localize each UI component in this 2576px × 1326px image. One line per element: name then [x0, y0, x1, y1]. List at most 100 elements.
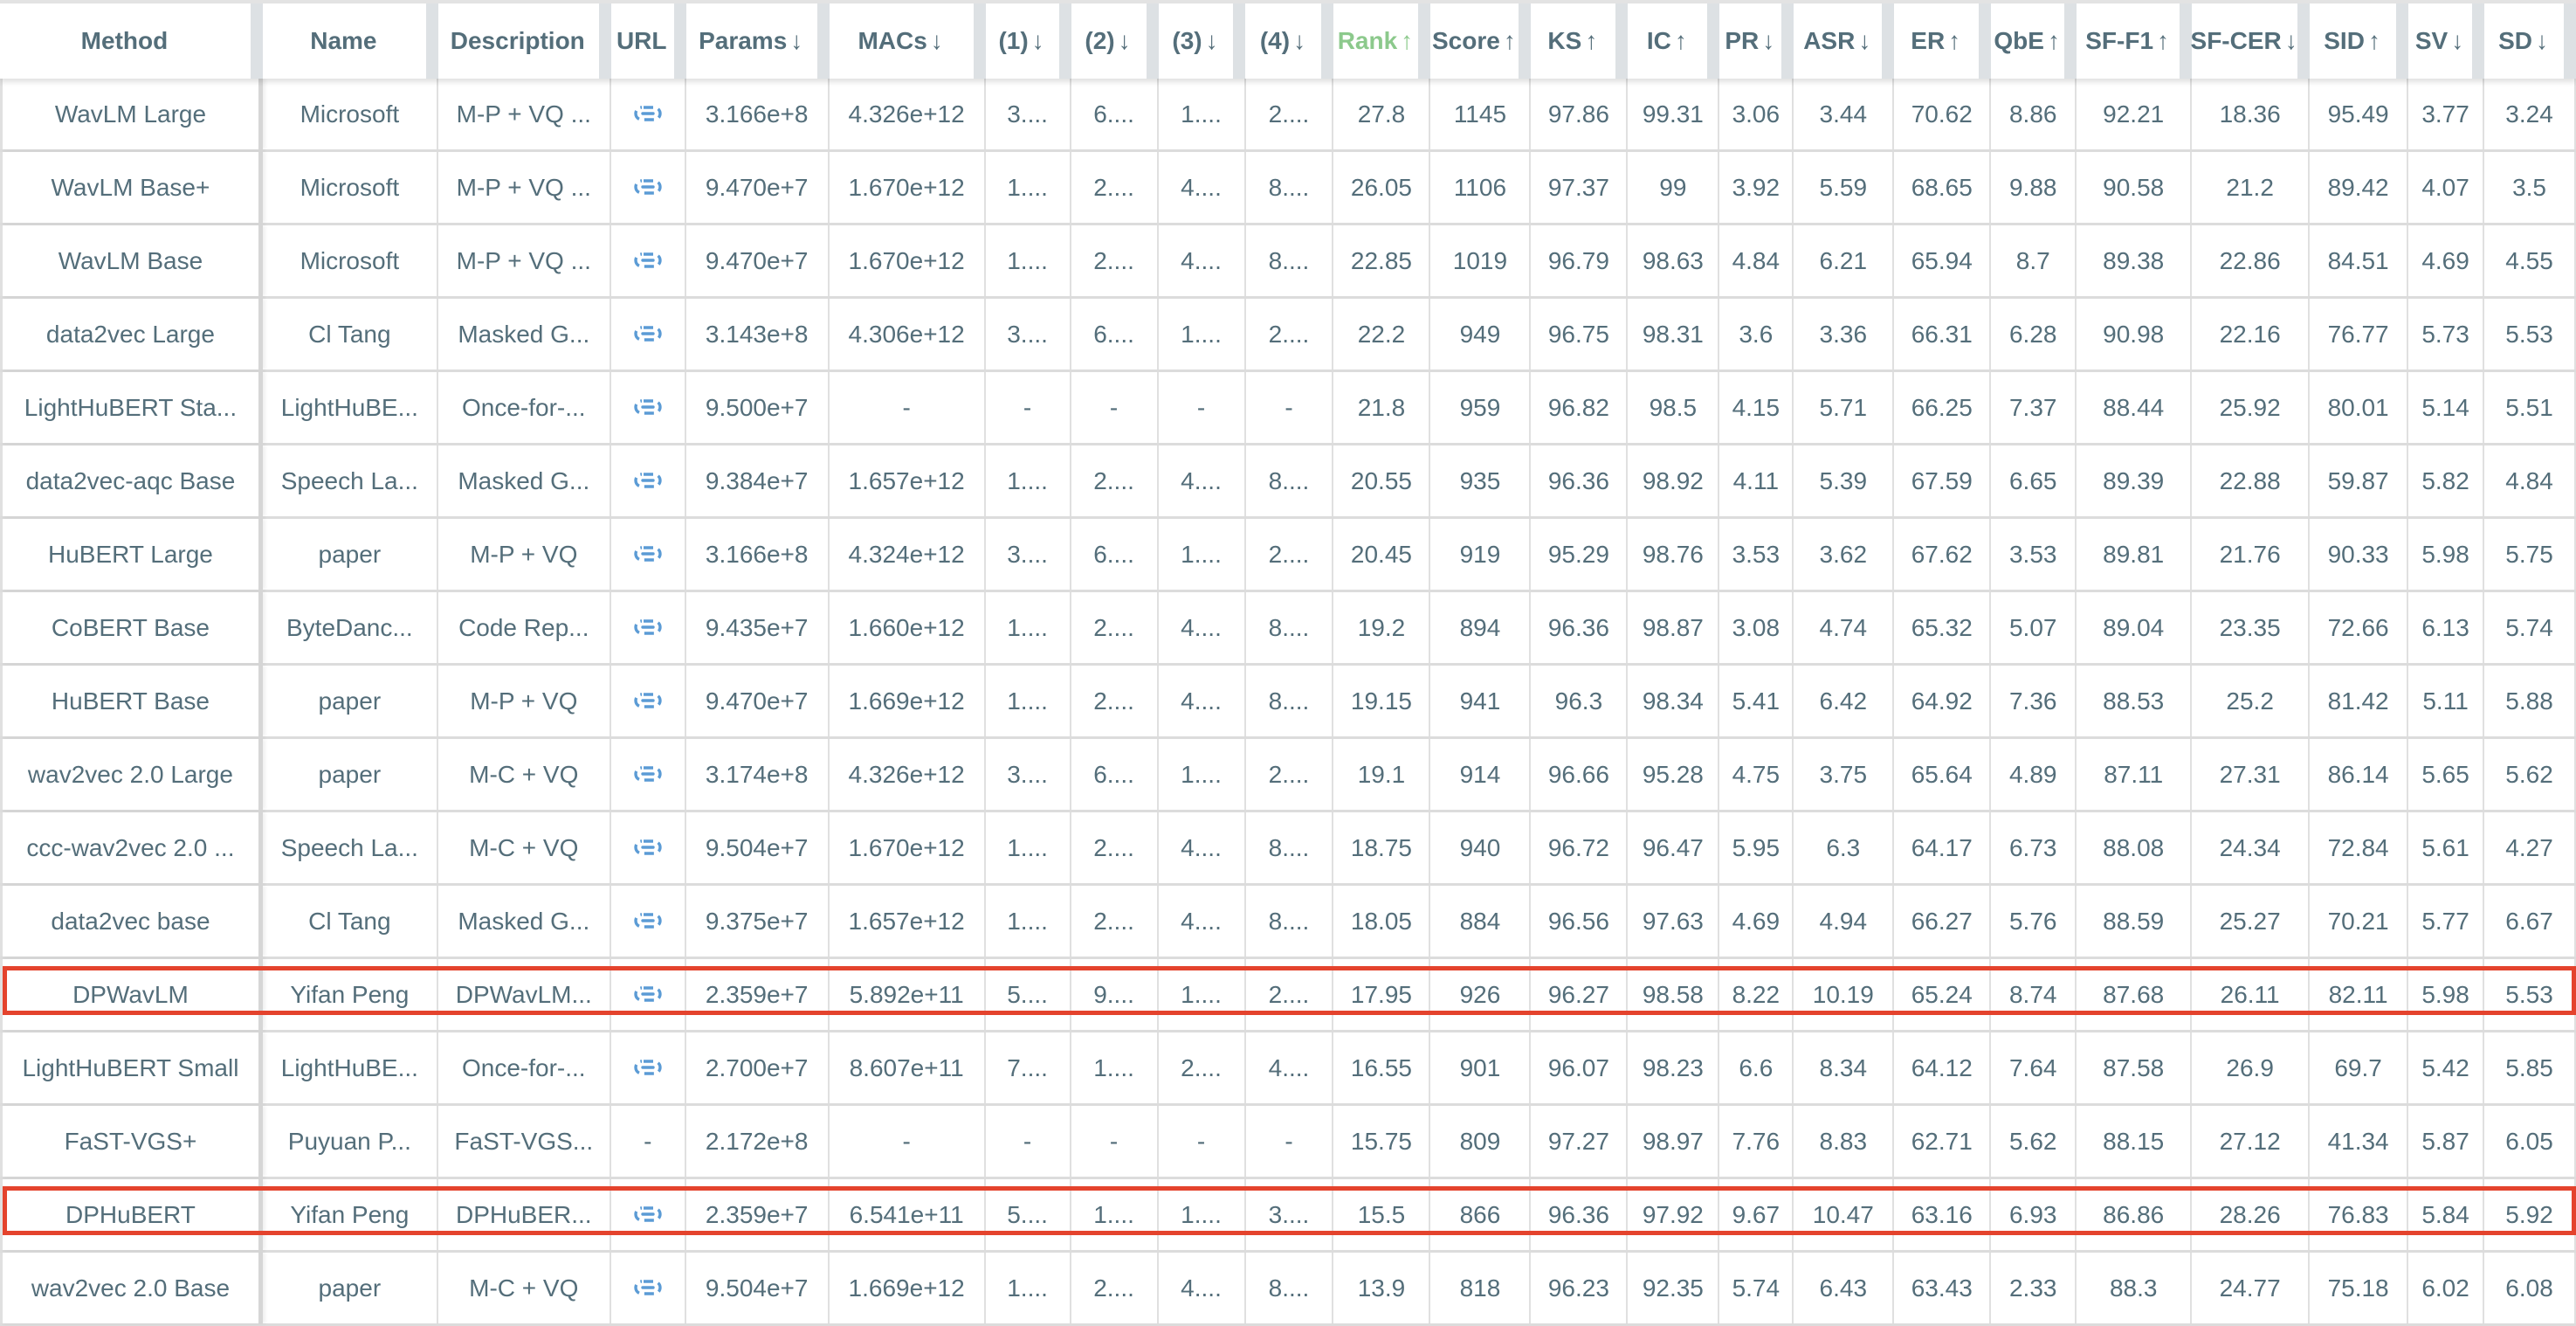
cell-url[interactable] [611, 592, 686, 663]
table-row[interactable]: DPHuBERT Yifan Peng DPHuBER... 2.359e+7 6.54… [0, 1179, 2576, 1253]
table-row[interactable]: data2vec-aqc Base Speech La... Masked G...… [0, 445, 2576, 519]
column-header-1[interactable]: (1) ↓ [985, 3, 1071, 79]
table-row[interactable]: WavLM Large Microsoft M-P + VQ ... 3.166e+8… [0, 79, 2576, 152]
sort-descending-icon[interactable]: ↓ [1119, 27, 1131, 55]
column-header-ic[interactable]: IC ↑ [1628, 3, 1720, 79]
column-header-asr[interactable]: ASR ↓ [1794, 3, 1895, 79]
sort-descending-icon[interactable]: ↓ [1858, 27, 1870, 55]
cell-name: paper [263, 739, 438, 810]
sort-descending-icon[interactable]: ↓ [2451, 27, 2463, 55]
link-icon[interactable] [634, 761, 662, 789]
table-row[interactable]: HuBERT Large paper M-P + VQ 3.166e+8 4.324e+… [0, 519, 2576, 592]
link-icon[interactable] [634, 687, 662, 715]
sort-descending-icon[interactable]: ↓ [1206, 27, 1218, 55]
sort-descending-icon[interactable]: ↓ [1293, 27, 1305, 55]
sort-ascending-icon[interactable]: ↑ [1948, 27, 1960, 55]
column-header-2[interactable]: (2) ↓ [1071, 3, 1159, 79]
cell-url[interactable] [611, 959, 686, 1030]
column-header-params[interactable]: Params ↓ [685, 3, 830, 79]
column-header-sv[interactable]: SV ↓ [2408, 3, 2485, 79]
sort-descending-icon[interactable]: ↓ [931, 27, 943, 55]
link-icon[interactable] [634, 394, 662, 422]
sort-descending-icon[interactable]: ↓ [2536, 27, 2548, 55]
column-header-description[interactable]: Description [437, 3, 611, 79]
column-header-4[interactable]: (4) ↓ [1245, 3, 1334, 79]
cell-url[interactable] [611, 886, 686, 957]
link-icon[interactable] [634, 321, 662, 349]
sort-ascending-icon[interactable]: ↑ [2048, 27, 2060, 55]
column-header-score[interactable]: Score ↑ [1430, 3, 1532, 79]
cell-url[interactable] [611, 372, 686, 443]
table-row[interactable]: DPWavLM Yifan Peng DPWavLM... 2.359e+7 5.892… [0, 959, 2576, 1032]
table-row[interactable]: WavLM Base Microsoft M-P + VQ ... 9.470e+7 1… [0, 225, 2576, 299]
cell-url[interactable] [611, 812, 686, 883]
column-header-macs[interactable]: MACs ↓ [829, 3, 986, 79]
sort-ascending-icon[interactable]: ↑ [2368, 27, 2380, 55]
cell-url[interactable] [611, 79, 686, 149]
cell-url[interactable] [611, 299, 686, 369]
sort-descending-icon[interactable]: ↓ [1762, 27, 1774, 55]
table-row[interactable]: LightHuBERT Sta... LightHuBE... Once-for-.… [0, 372, 2576, 445]
sort-ascending-icon[interactable]: ↑ [1675, 27, 1687, 55]
column-header-rank[interactable]: Rank ↑ [1333, 3, 1431, 79]
link-icon[interactable] [634, 614, 662, 642]
cell-ic: 95.28 [1628, 739, 1720, 810]
table-row[interactable]: wav2vec 2.0 Base paper M-C + VQ 9.504e+7 1.6… [0, 1253, 2576, 1326]
column-header-qbe[interactable]: QbE ↑ [1991, 3, 2077, 79]
cell-macs: 1.657e+12 [830, 886, 986, 957]
table-row[interactable]: FaST-VGS+ Puyuan P... FaST-VGS... -2.172e+8… [0, 1106, 2576, 1179]
table-row[interactable]: data2vec Large Cl Tang Masked G... 3.143e+8… [0, 299, 2576, 372]
link-icon[interactable] [634, 174, 662, 202]
cell-url[interactable] [611, 1032, 686, 1103]
column-header-name[interactable]: Name [262, 3, 438, 79]
cell-url[interactable] [611, 152, 686, 223]
sort-ascending-icon[interactable]: ↑ [2157, 27, 2169, 55]
link-icon[interactable] [634, 541, 662, 569]
column-header-sf-cer[interactable]: SF-CER ↓ [2191, 3, 2311, 79]
sort-ascending-icon[interactable]: ↑ [1504, 27, 1516, 55]
cell-sv: 5.14 [2408, 372, 2485, 443]
table-row[interactable]: LightHuBERT Small LightHuBE... Once-for-..… [0, 1032, 2576, 1106]
table-row[interactable]: ccc-wav2vec 2.0 ... Speech La... M-C + VQ 9… [0, 812, 2576, 886]
column-header-3[interactable]: (3) ↓ [1158, 3, 1246, 79]
table-row[interactable]: wav2vec 2.0 Large paper M-C + VQ 3.174e+8 4.… [0, 739, 2576, 812]
column-header-ks[interactable]: KS ↑ [1531, 3, 1629, 79]
table-row[interactable]: data2vec base Cl Tang Masked G... 9.375e+7 1… [0, 886, 2576, 959]
column-header-sd[interactable]: SD ↓ [2484, 3, 2576, 79]
cell-url[interactable] [611, 225, 686, 296]
cell-url[interactable] [611, 666, 686, 736]
sort-ascending-icon[interactable]: ↑ [1401, 27, 1413, 55]
link-icon[interactable] [634, 834, 662, 862]
sort-descending-icon[interactable]: ↓ [1032, 27, 1044, 55]
cell-sf-f1: 88.53 [2077, 666, 2193, 736]
cell-er: 65.24 [1894, 959, 1992, 1030]
table-row[interactable]: CoBERT Base ByteDanc... Code Rep... 9.435e+… [0, 592, 2576, 666]
column-header-method[interactable]: Method [0, 3, 263, 79]
column-header-sf-f1[interactable]: SF-F1 ↑ [2077, 3, 2193, 79]
link-icon[interactable] [634, 1201, 662, 1229]
sort-ascending-icon[interactable]: ↑ [1585, 27, 1597, 55]
link-icon[interactable] [634, 467, 662, 495]
column-header-pr[interactable]: PR ↓ [1719, 3, 1794, 79]
column-header-er[interactable]: ER ↑ [1894, 3, 1992, 79]
cell-qbe: 5.76 [1991, 886, 2077, 957]
cell-url[interactable] [611, 1179, 686, 1250]
table-row[interactable]: HuBERT Base paper M-P + VQ 9.470e+7 1.669e+1… [0, 666, 2576, 739]
cell-url[interactable] [611, 445, 686, 516]
link-icon[interactable] [634, 1054, 662, 1082]
cell-url[interactable] [611, 1253, 686, 1323]
column-header-url[interactable]: URL [610, 3, 686, 79]
link-icon[interactable] [634, 908, 662, 936]
cell-url[interactable] [611, 739, 686, 810]
cell-2: 2.... [1071, 152, 1159, 223]
cell-ks: 97.37 [1531, 152, 1629, 223]
cell-url[interactable] [611, 519, 686, 590]
link-icon[interactable] [634, 247, 662, 275]
column-header-sid[interactable]: SID ↑ [2310, 3, 2409, 79]
link-icon[interactable] [634, 981, 662, 1009]
sort-descending-icon[interactable]: ↓ [2285, 27, 2297, 55]
table-row[interactable]: WavLM Base+ Microsoft M-P + VQ ... 9.470e+7… [0, 152, 2576, 225]
cell-sv: 6.02 [2408, 1253, 2485, 1323]
link-icon[interactable] [634, 100, 662, 128]
sort-descending-icon[interactable]: ↓ [790, 27, 802, 55]
